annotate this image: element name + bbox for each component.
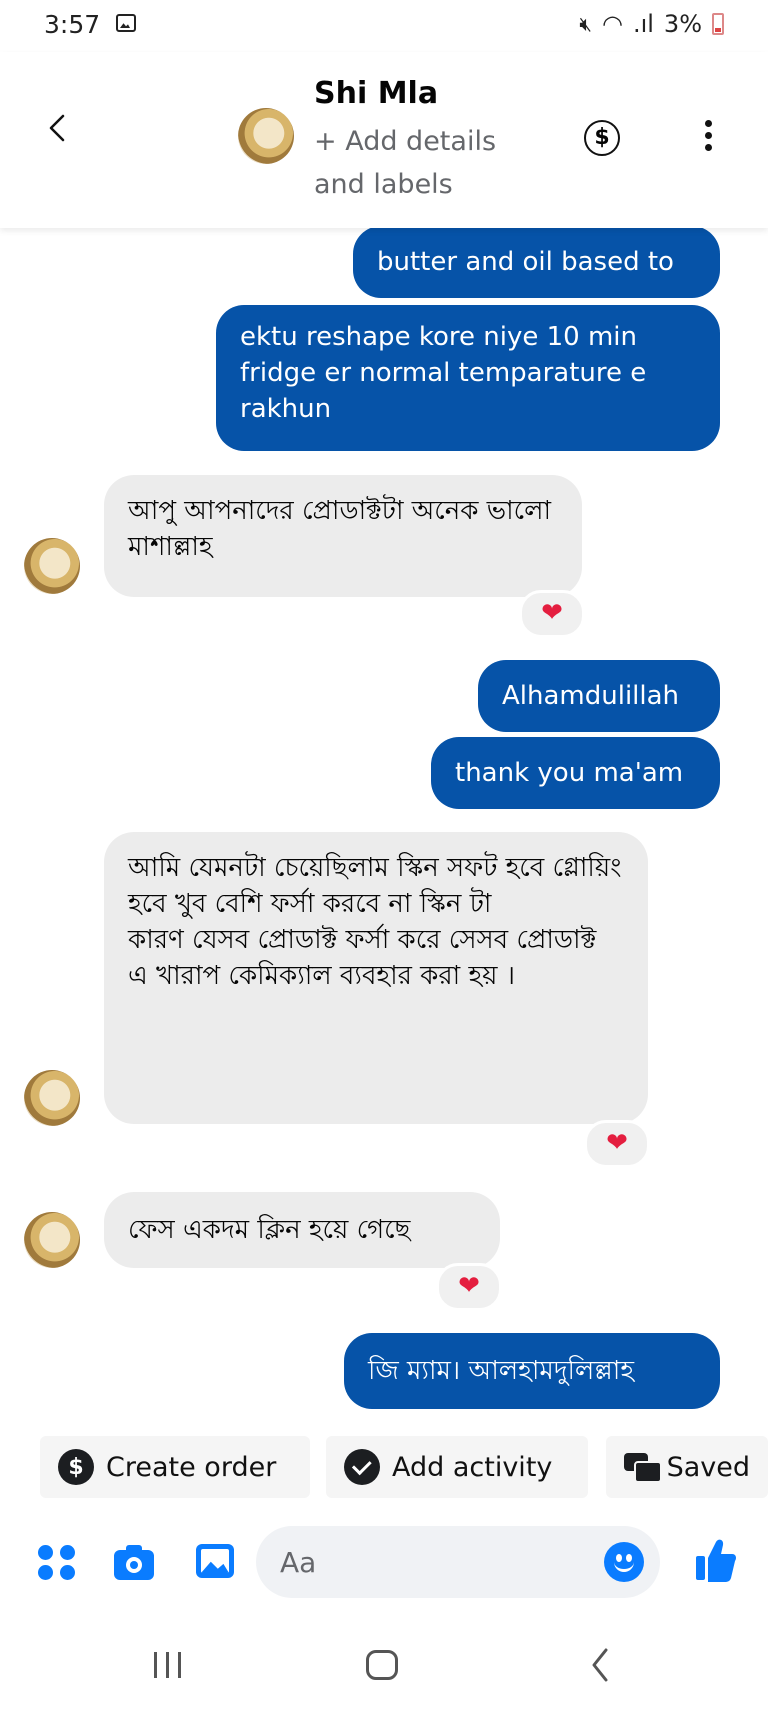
message-bubble-outgoing[interactable]: thank you ma'am [431, 737, 720, 809]
like-icon[interactable] [694, 1536, 738, 1584]
add-activity-label: Add activity [392, 1451, 553, 1483]
message-bubble-outgoing[interactable]: ektu reshape kore niye 10 min fridge er … [216, 305, 720, 451]
message-bubble-incoming[interactable]: আমি যেমনটা চেয়েছিলাম স্কিন সফট হবে গ্লো… [104, 832, 648, 1124]
payment-button[interactable]: $ [584, 120, 620, 156]
sender-avatar[interactable] [24, 1212, 80, 1268]
dollar-circle-icon: $ [594, 125, 610, 150]
message-bubble-outgoing[interactable]: Alhamdulillah [478, 660, 720, 732]
sender-avatar[interactable] [24, 538, 80, 594]
saved-label: Saved [666, 1451, 750, 1483]
home-icon [366, 1650, 398, 1680]
reaction-heart-icon[interactable]: ❤ [584, 1120, 650, 1168]
camera-icon[interactable] [114, 1542, 154, 1582]
wifi-icon: ◠ [602, 10, 623, 38]
status-indicators: 🔇︎ ◠ .ıl 3% [579, 10, 724, 38]
apps-icon[interactable] [38, 1542, 78, 1582]
add-activity-button[interactable]: Add activity [326, 1436, 588, 1498]
reaction-heart-icon[interactable]: ❤ [519, 590, 585, 638]
sender-avatar[interactable] [24, 1070, 80, 1126]
message-input[interactable] [256, 1526, 660, 1598]
message-bubble-outgoing[interactable]: জি ম্যাম। আলহামদুলিল্লাহ [344, 1333, 720, 1409]
message-bubble-outgoing[interactable]: butter and oil based to [353, 226, 720, 298]
saved-replies-button[interactable]: Saved [606, 1436, 768, 1498]
add-details-link[interactable]: + Add details and labels [314, 120, 514, 206]
contact-name[interactable]: Shi Mla [314, 76, 438, 111]
saved-replies-icon [624, 1449, 662, 1485]
create-order-label: Create order [106, 1451, 277, 1483]
check-circle-icon [344, 1449, 380, 1485]
battery-icon [712, 13, 724, 35]
dollar-circle-icon: $ [58, 1449, 94, 1485]
more-options-button[interactable] [700, 120, 716, 156]
home-button[interactable] [354, 1640, 414, 1690]
status-bar: 3:57 🔇︎ ◠ .ıl 3% [0, 0, 768, 52]
contact-avatar[interactable] [238, 108, 294, 164]
emoji-icon[interactable] [604, 1542, 644, 1582]
quick-actions-bar: $ Create order Add activity Saved [0, 1432, 768, 1502]
signal-icon: .ıl [632, 10, 654, 38]
system-back-button[interactable] [580, 1640, 640, 1690]
image-notification-icon [116, 14, 136, 32]
chevron-left-icon [592, 1648, 608, 1682]
create-order-button[interactable]: $ Create order [40, 1436, 310, 1498]
more-vertical-icon [704, 120, 712, 127]
message-bubble-incoming[interactable]: ফেস একদম ক্লিন হয়ে গেছে [104, 1192, 500, 1268]
status-time: 3:57 [44, 10, 101, 39]
recents-button[interactable] [140, 1640, 200, 1690]
conversation-header: Shi Mla + Add details and labels $ [0, 52, 768, 228]
back-button[interactable] [40, 110, 76, 146]
message-bubble-incoming[interactable]: আপু আপনাদের প্রোডাক্টটা অনেক ভালো মাশাল্… [104, 475, 582, 597]
chevron-left-icon [49, 114, 65, 142]
mute-icon: 🔇︎ [579, 12, 592, 36]
reaction-heart-icon[interactable]: ❤ [436, 1263, 502, 1311]
message-composer [0, 1522, 768, 1602]
system-navigation-bar [0, 1620, 768, 1712]
gallery-icon[interactable] [196, 1542, 236, 1582]
battery-percent: 3% [663, 10, 702, 38]
